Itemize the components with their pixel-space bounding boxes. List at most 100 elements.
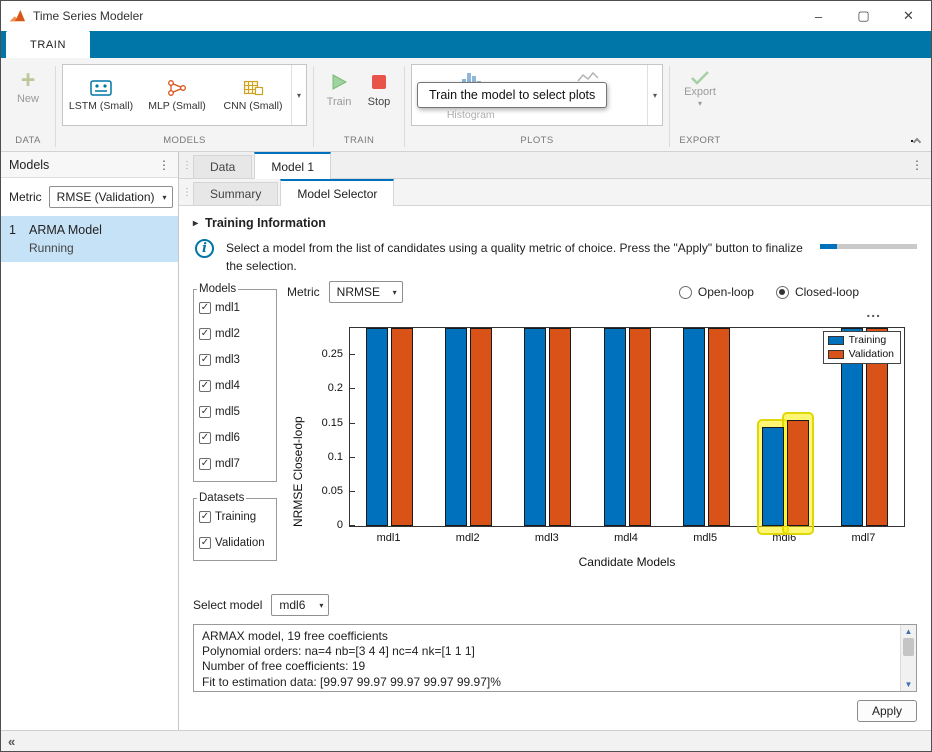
checkbox-checked-icon[interactable]: ✓ [199, 302, 211, 314]
model-checkbox-mdl2[interactable]: ✓mdl2 [199, 321, 273, 347]
bar-mdl3-validation [549, 328, 571, 526]
details-scrollbar[interactable]: ▲ ▼ [900, 625, 916, 691]
collapse-panel-icon[interactable]: « [8, 734, 15, 749]
model-checkbox-mdl1[interactable]: ✓mdl1 [199, 295, 273, 321]
toolstrip-section-export: Export ▾ EXPORT [670, 62, 730, 151]
section-label-models: MODELS [62, 135, 307, 151]
dataset-checkbox-validation[interactable]: ✓Validation [199, 530, 273, 556]
checkbox-checked-icon[interactable]: ✓ [199, 354, 211, 366]
metric-dropdown[interactable]: NRMSE ▾ [329, 281, 403, 303]
scrollbar-thumb[interactable] [903, 638, 914, 656]
legend-swatch [828, 336, 844, 345]
gallery-item-cnn-small[interactable]: CNN (Small) [215, 65, 291, 125]
radio-open-loop[interactable]: Open-loop [679, 285, 754, 299]
datasets-fieldset: Datasets ✓Training✓Validation [193, 492, 277, 561]
gallery-item-lstm-small[interactable]: LSTM (Small) [63, 65, 139, 125]
info-icon: i [195, 239, 214, 258]
radio-selected-icon[interactable] [776, 286, 789, 299]
model-details-text: ARMAX model, 19 free coefficientsPolynom… [194, 625, 916, 692]
apply-button[interactable]: Apply [857, 700, 917, 722]
radio-unselected-icon[interactable] [679, 286, 692, 299]
model-list-item-selected[interactable]: 1 ARMA Model Running [1, 216, 178, 262]
gallery-item-label: Histogram [447, 109, 495, 121]
plus-icon: + [21, 68, 36, 92]
y-tick-label: 0.2 [305, 382, 343, 394]
checkbox-checked-icon[interactable]: ✓ [199, 380, 211, 392]
apply-row: Apply [193, 692, 917, 726]
checkbox-checked-icon[interactable]: ✓ [199, 458, 211, 470]
drag-grip-icon[interactable]: ⋮ [181, 152, 193, 178]
scroll-down-icon[interactable]: ▼ [905, 680, 913, 689]
select-model-dropdown[interactable]: mdl6 ▾ [271, 594, 329, 616]
new-button[interactable]: + New [7, 64, 49, 105]
chevron-down-icon: ▾ [319, 601, 323, 610]
progress-fill [820, 244, 837, 249]
train-button[interactable]: Train [320, 64, 358, 108]
section-label-plots: PLOTS [411, 135, 663, 151]
document-menu-icon[interactable]: ⋮ [911, 152, 923, 178]
stop-button[interactable]: Stop [360, 64, 398, 108]
model-checkbox-mdl5[interactable]: ✓mdl5 [199, 399, 273, 425]
gallery-item-label: MLP (Small) [148, 100, 206, 112]
y-tick-label: 0.15 [305, 417, 343, 429]
checkbox-checked-icon[interactable]: ✓ [199, 406, 211, 418]
bar-mdl2-validation [470, 328, 492, 526]
section-label-export: EXPORT [676, 135, 724, 151]
datasets-fieldset-legend: Datasets [197, 492, 246, 504]
close-button[interactable]: ✕ [886, 1, 931, 31]
metric-row: Metric NRMSE ▾ Open-loop [287, 277, 917, 307]
sidebar-metric-row: Metric RMSE (Validation) ▾ [1, 178, 178, 216]
toolstrip-section-data: + New DATA [1, 62, 55, 151]
minimize-button[interactable]: – [796, 1, 841, 31]
gallery-item-mlp-small[interactable]: MLP (Small) [139, 65, 215, 125]
checkbox-checked-icon[interactable]: ✓ [199, 432, 211, 444]
drag-grip-icon[interactable]: ⋮ [181, 179, 193, 205]
selector-body: Models ✓mdl1✓mdl2✓mdl3✓mdl4✓mdl5✓mdl6✓md… [193, 277, 917, 590]
dataset-checkbox-training[interactable]: ✓Training [199, 504, 273, 530]
checkbox-label: mdl4 [215, 380, 240, 392]
checkbox-checked-icon[interactable]: ✓ [199, 511, 211, 523]
mlp-icon [167, 79, 187, 97]
checkbox-checked-icon[interactable]: ✓ [199, 328, 211, 340]
toolstrip: + New DATA LSTM (Small) [1, 58, 931, 152]
checkbox-checked-icon[interactable]: ✓ [199, 537, 211, 549]
training-information-header[interactable]: ▸ Training Information [193, 216, 917, 230]
y-tick-mark [350, 423, 355, 424]
model-checkbox-mdl6[interactable]: ✓mdl6 [199, 425, 273, 451]
model-checkbox-mdl7[interactable]: ✓mdl7 [199, 451, 273, 477]
details-line: Polynomial orders: na=4 nb=[3 4 4] nc=4 … [202, 644, 894, 659]
x-tick-label: mdl1 [359, 532, 419, 544]
y-tick-mark [350, 354, 355, 355]
chart-options-button[interactable]: ... [866, 307, 881, 323]
metric-label: Metric [9, 190, 42, 204]
model-checkbox-mdl3[interactable]: ✓ mdl3 [199, 347, 273, 373]
sidebar-metric-dropdown[interactable]: RMSE (Validation) ▾ [49, 186, 173, 208]
tab-summary[interactable]: Summary [193, 182, 278, 205]
toolstrip-section-plots: Histogram ▾ Train the model to select pl… [405, 62, 669, 151]
tab-data[interactable]: Data [193, 155, 252, 178]
y-tick-mark [350, 491, 355, 492]
stop-icon [369, 72, 389, 92]
sidebar-menu-icon[interactable]: ⋮ [158, 158, 170, 172]
minimize-toolstrip-button[interactable] [911, 139, 923, 145]
expander-icon[interactable]: ▸ [193, 218, 198, 229]
x-tick-label: mdl4 [596, 532, 656, 544]
plots-gallery-dropdown[interactable]: ▾ [647, 65, 662, 125]
bar-mdl1-training [366, 328, 388, 526]
bar-mdl6-training [762, 427, 784, 526]
model-checkbox-mdl4[interactable]: ✓ mdl4 [199, 373, 273, 399]
scroll-up-icon[interactable]: ▲ [905, 627, 913, 636]
training-information-title: Training Information [205, 216, 326, 230]
checkbox-label: mdl3 [215, 354, 240, 366]
models-gallery-dropdown[interactable]: ▾ [291, 65, 306, 125]
ribbon-tab-train[interactable]: TRAIN [6, 31, 90, 58]
export-button[interactable]: Export ▾ [676, 64, 724, 108]
maximize-button[interactable]: ▢ [841, 1, 886, 31]
chart-options-row: ... [287, 307, 917, 323]
chart-column: Metric NRMSE ▾ Open-loop [277, 277, 917, 590]
metric-label: Metric [287, 285, 320, 299]
sidebar-metric-value: RMSE (Validation) [57, 190, 155, 204]
tab-model-1[interactable]: Model 1 [254, 152, 331, 179]
radio-closed-loop[interactable]: Closed-loop [776, 285, 859, 299]
tab-model-selector[interactable]: Model Selector [280, 179, 394, 206]
